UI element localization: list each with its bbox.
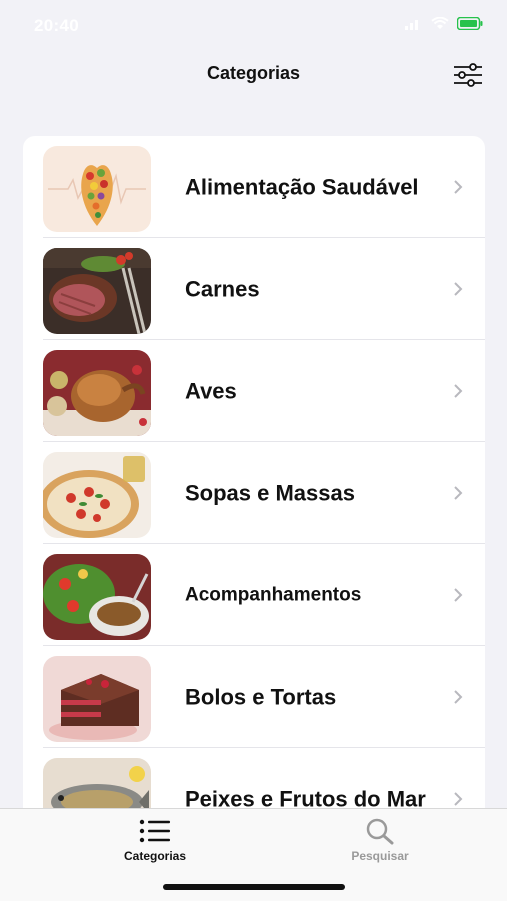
poultry-thumbnail: [43, 350, 151, 436]
page-title: Categorias: [206, 63, 301, 83]
home-indicator: [163, 884, 345, 890]
wifi-icon: [431, 17, 449, 29]
pasta-pizza-thumbnail: [43, 452, 151, 538]
status-icons: [405, 17, 483, 30]
tab-label: Categorias: [123, 849, 187, 863]
category-row-carnes[interactable]: Carnes: [23, 238, 485, 340]
chevron-right-icon: [454, 588, 463, 602]
cake-thumbnail: [43, 656, 151, 742]
category-label: Carnes: [185, 276, 260, 302]
category-label: Aves: [185, 378, 237, 404]
tab-categorias[interactable]: Categorias: [95, 815, 215, 863]
category-label: Alimentação Saudável: [185, 174, 419, 200]
category-label: Acompanhamentos: [185, 584, 362, 606]
category-row-alimentacao-saudavel[interactable]: Alimentação Saudável: [23, 136, 485, 238]
status-time: 20:40: [34, 16, 79, 35]
chevron-right-icon: [454, 690, 463, 704]
side-dishes-thumbnail: [43, 554, 151, 640]
category-label: Sopas e Massas: [185, 480, 355, 506]
category-list: Alimentação Saudável Carnes Aves Sopas e…: [23, 136, 485, 808]
battery-icon: [457, 17, 483, 30]
meat-thumbnail: [43, 248, 151, 334]
chevron-right-icon: [454, 282, 463, 296]
healthy-food-thumbnail: [43, 146, 151, 232]
category-row-acompanhamentos[interactable]: Acompanhamentos: [23, 544, 485, 646]
sliders-icon: [454, 63, 482, 87]
status-bar: 20:40: [0, 0, 507, 50]
category-row-bolos-e-tortas[interactable]: Bolos e Tortas: [23, 646, 485, 748]
seafood-thumbnail: [43, 758, 151, 808]
category-row-sopas-e-massas[interactable]: Sopas e Massas: [23, 442, 485, 544]
navigation-bar: Categorias: [0, 50, 507, 100]
chevron-right-icon: [454, 384, 463, 398]
chevron-right-icon: [454, 180, 463, 194]
chevron-right-icon: [454, 792, 463, 806]
category-row-peixes-e-frutos-do-mar[interactable]: Peixes e Frutos do Mar: [23, 748, 485, 808]
cellular-signal-icon: [405, 19, 418, 30]
list-icon: [139, 819, 170, 843]
tab-pesquisar[interactable]: Pesquisar: [320, 815, 440, 863]
search-icon: [366, 818, 394, 845]
category-label: Peixes e Frutos do Mar: [185, 786, 426, 809]
chevron-right-icon: [454, 486, 463, 500]
category-label: Bolos e Tortas: [185, 684, 337, 710]
tab-label: Pesquisar: [351, 849, 409, 863]
category-row-aves[interactable]: Aves: [23, 340, 485, 442]
filter-button[interactable]: [453, 63, 483, 87]
